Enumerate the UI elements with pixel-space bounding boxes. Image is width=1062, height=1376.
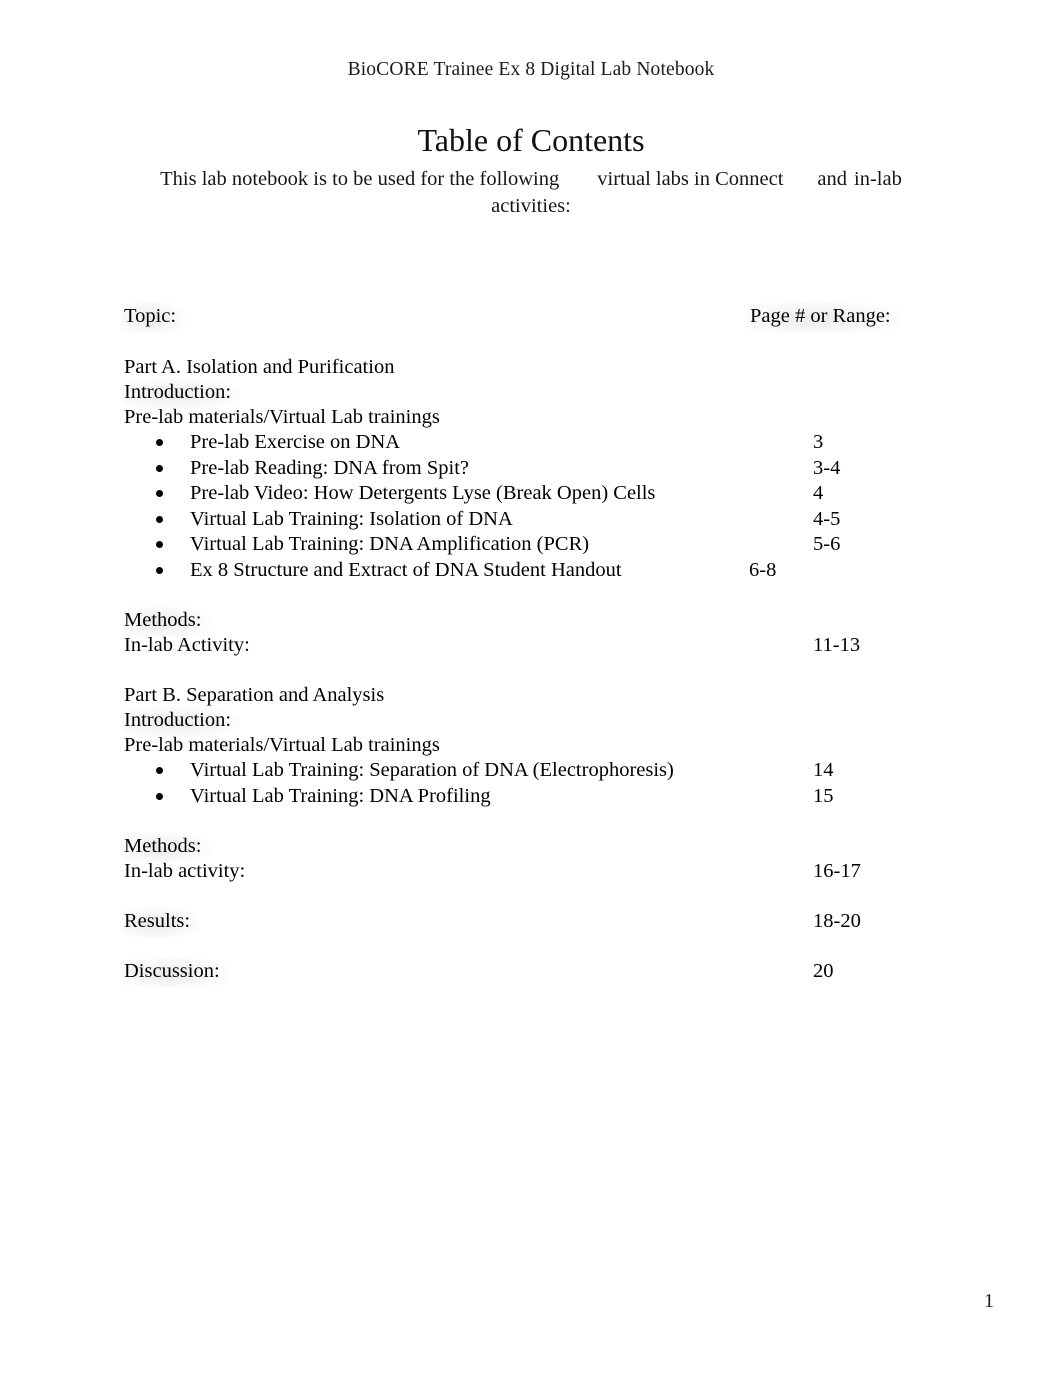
list-item-pages: 6-8: [749, 558, 777, 581]
list-item: Virtual Lab Training: DNA Amplification …: [124, 532, 944, 558]
toc-column-header-row: Topic: Page # or Range:: [122, 301, 944, 333]
list-item: Pre-lab Video: How Detergents Lyse (Brea…: [124, 481, 944, 507]
list-item-pages: 4: [813, 482, 824, 504]
list-item: Virtual Lab Training: DNA Profiling 15: [124, 784, 944, 810]
bullet-icon: [156, 767, 163, 774]
list-item-label: Virtual Lab Training: DNA Profiling: [190, 784, 491, 807]
section-heading: Part B. Separation and Analysis: [124, 684, 385, 706]
inlab-pages: 16-17: [813, 860, 861, 882]
section-b-heading-row: Part B. Separation and Analysis: [124, 683, 944, 708]
bullet-icon: [156, 439, 163, 446]
table-of-contents: Topic: Page # or Range: Part A. Isolatio…: [122, 301, 944, 987]
list-item-label: Pre-lab Exercise on DNA: [190, 431, 401, 453]
list-item-pages: 3-4: [813, 456, 841, 479]
page-title: Table of Contents: [417, 122, 645, 158]
section-a-prelab-heading-row: Pre-lab materials/Virtual Lab trainings: [124, 405, 944, 430]
subtitle-part-3: and: [817, 168, 848, 190]
section-b-methods-row: Methods:: [122, 832, 944, 862]
list-item-label: Ex 8 Structure and Extract of DNA Studen…: [190, 558, 622, 581]
list-item-label: Virtual Lab Training: Isolation of DNA: [190, 507, 513, 530]
bullet-icon: [156, 490, 163, 497]
column-header-topic: Topic:: [122, 301, 186, 333]
section-heading: Part A. Isolation and Purification: [124, 356, 395, 378]
inlab-label: In-lab Activity:: [124, 634, 250, 656]
list-item-label: Virtual Lab Training: Separation of DNA …: [190, 759, 674, 781]
methods-label: Methods:: [122, 606, 211, 636]
results-pages: 18-20: [813, 910, 861, 932]
subtitle-part-4: in-lab: [854, 168, 902, 190]
list-item-pages: 14: [813, 759, 834, 781]
introduction-label: Introduction:: [122, 378, 241, 408]
list-item: Ex 8 Structure and Extract of DNA Studen…: [124, 558, 944, 584]
discussion-row: Discussion: 20: [122, 957, 944, 987]
section-b-prelab-heading-row: Pre-lab materials/Virtual Lab trainings: [124, 733, 944, 758]
bullet-icon: [156, 464, 163, 472]
subtitle: This lab notebook is to be used for the …: [131, 166, 931, 220]
bullet-icon: [156, 566, 163, 574]
list-item: Virtual Lab Training: Isolation of DNA 4…: [124, 507, 944, 533]
prelab-heading: Pre-lab materials/Virtual Lab trainings: [124, 734, 440, 756]
prelab-heading: Pre-lab materials/Virtual Lab trainings: [124, 406, 440, 428]
section-a-heading-row: Part A. Isolation and Purification: [124, 355, 944, 380]
list-item: Pre-lab Reading: DNA from Spit? 3-4: [124, 456, 944, 482]
introduction-label: Introduction:: [122, 706, 241, 736]
inlab-pages: 11-13: [813, 634, 861, 656]
bullet-icon: [156, 792, 163, 800]
list-item-pages: 3: [813, 431, 824, 453]
list-item-label: Virtual Lab Training: DNA Amplification …: [190, 533, 590, 555]
running-header: BioCORE Trainee Ex 8 Digital Lab Noteboo…: [347, 59, 715, 80]
column-header-page: Page # or Range:: [748, 301, 900, 333]
bullet-icon: [156, 515, 163, 523]
section-b-inlab-row: In-lab activity: 16-17: [124, 859, 944, 884]
methods-label: Methods:: [122, 832, 211, 862]
subtitle-part-1: This lab notebook is to be used for the …: [160, 168, 560, 190]
subtitle-part-5: activities:: [491, 195, 571, 217]
section-a-methods-row: Methods:: [122, 606, 944, 636]
section-b-introduction-row: Introduction:: [122, 706, 944, 736]
inlab-label: In-lab activity:: [124, 860, 246, 882]
list-item-label: Pre-lab Video: How Detergents Lyse (Brea…: [190, 482, 656, 504]
list-item: Virtual Lab Training: Separation of DNA …: [124, 758, 944, 784]
list-item: Pre-lab Exercise on DNA 3: [124, 430, 944, 456]
results-row: Results: 18-20: [122, 907, 944, 937]
list-item-pages: 5-6: [813, 533, 841, 555]
document-page: BioCORE Trainee Ex 8 Digital Lab Noteboo…: [0, 0, 1062, 1376]
subtitle-part-2: virtual labs in Connect: [597, 168, 784, 190]
section-a-introduction-row: Introduction:: [122, 378, 944, 408]
section-a-inlab-row: In-lab Activity: 11-13: [124, 633, 944, 658]
discussion-label: Discussion:: [122, 957, 229, 987]
results-label: Results:: [122, 907, 200, 937]
bullet-icon: [156, 541, 163, 548]
list-item-pages: 15: [813, 784, 834, 807]
footer-page-number: 1: [984, 1290, 994, 1312]
discussion-pages: 20: [813, 960, 834, 982]
list-item-pages: 4-5: [813, 507, 841, 530]
list-item-label: Pre-lab Reading: DNA from Spit?: [190, 456, 469, 479]
